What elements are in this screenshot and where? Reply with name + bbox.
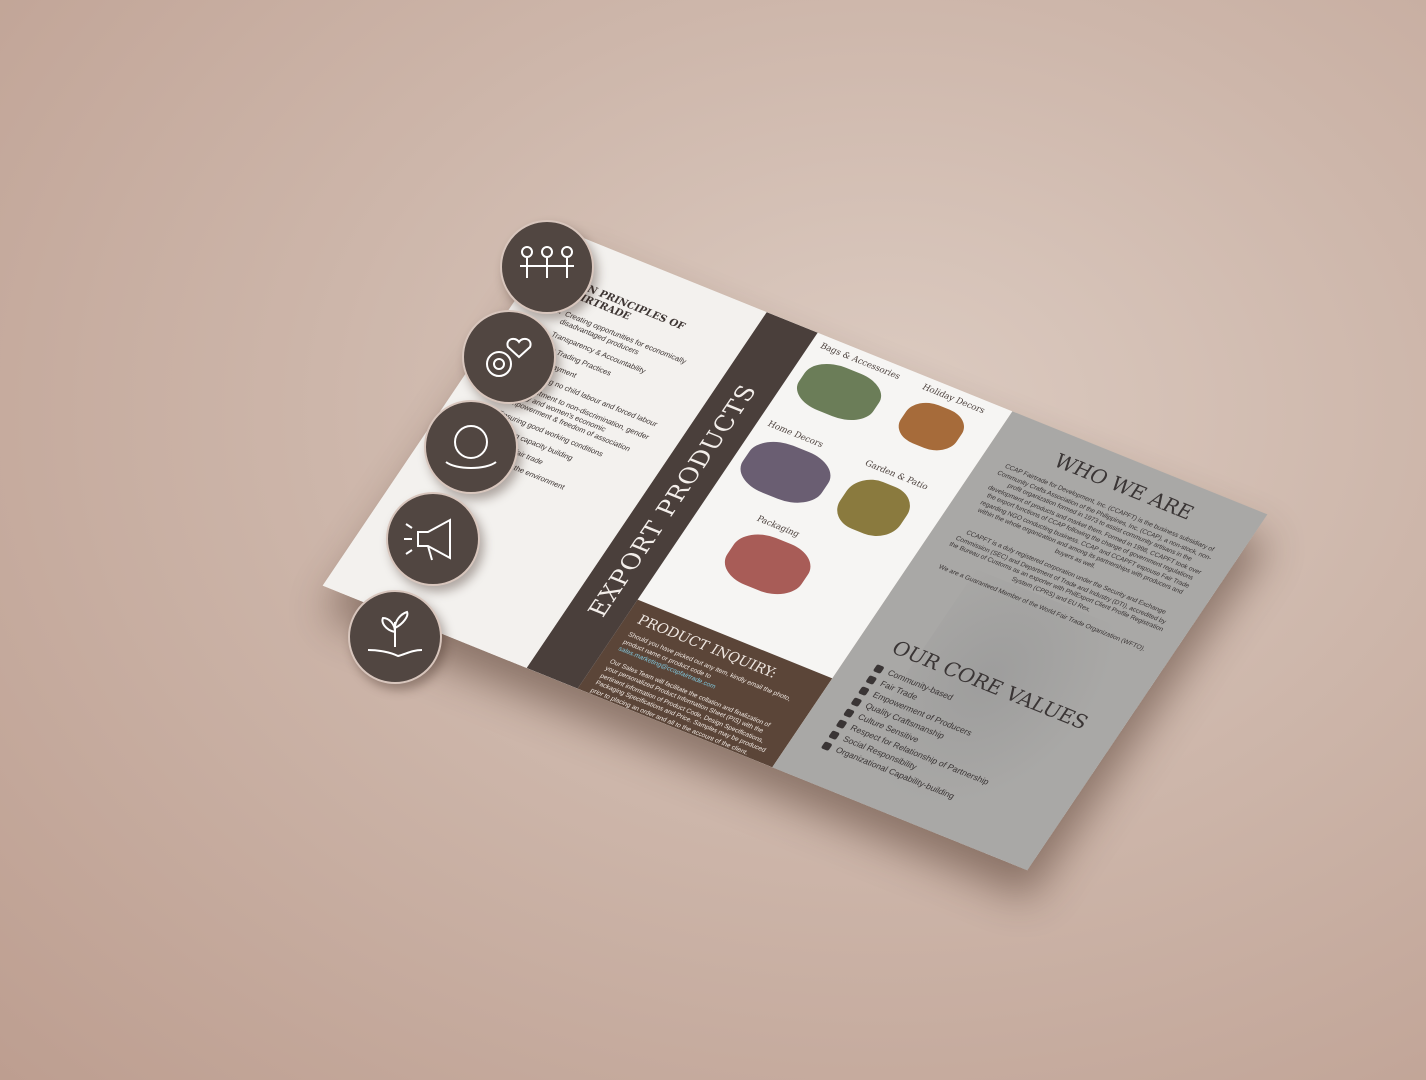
respect-icon <box>835 718 848 729</box>
community-icon <box>873 663 885 674</box>
trifold-brochure: TEN PRINCIPLES OF FAIRTRADE 1. Creating o… <box>322 229 1268 871</box>
empowerment-icon <box>858 685 871 696</box>
packaging-image <box>714 526 821 603</box>
home-image <box>730 433 841 512</box>
quality-icon <box>850 696 863 707</box>
organization-icon <box>820 740 833 751</box>
culture-icon <box>843 707 856 718</box>
fair-trade-icon <box>865 674 878 685</box>
social-icon <box>828 729 841 740</box>
scene: TEN PRINCIPLES OF FAIRTRADE 1. Creating o… <box>0 0 1426 1080</box>
